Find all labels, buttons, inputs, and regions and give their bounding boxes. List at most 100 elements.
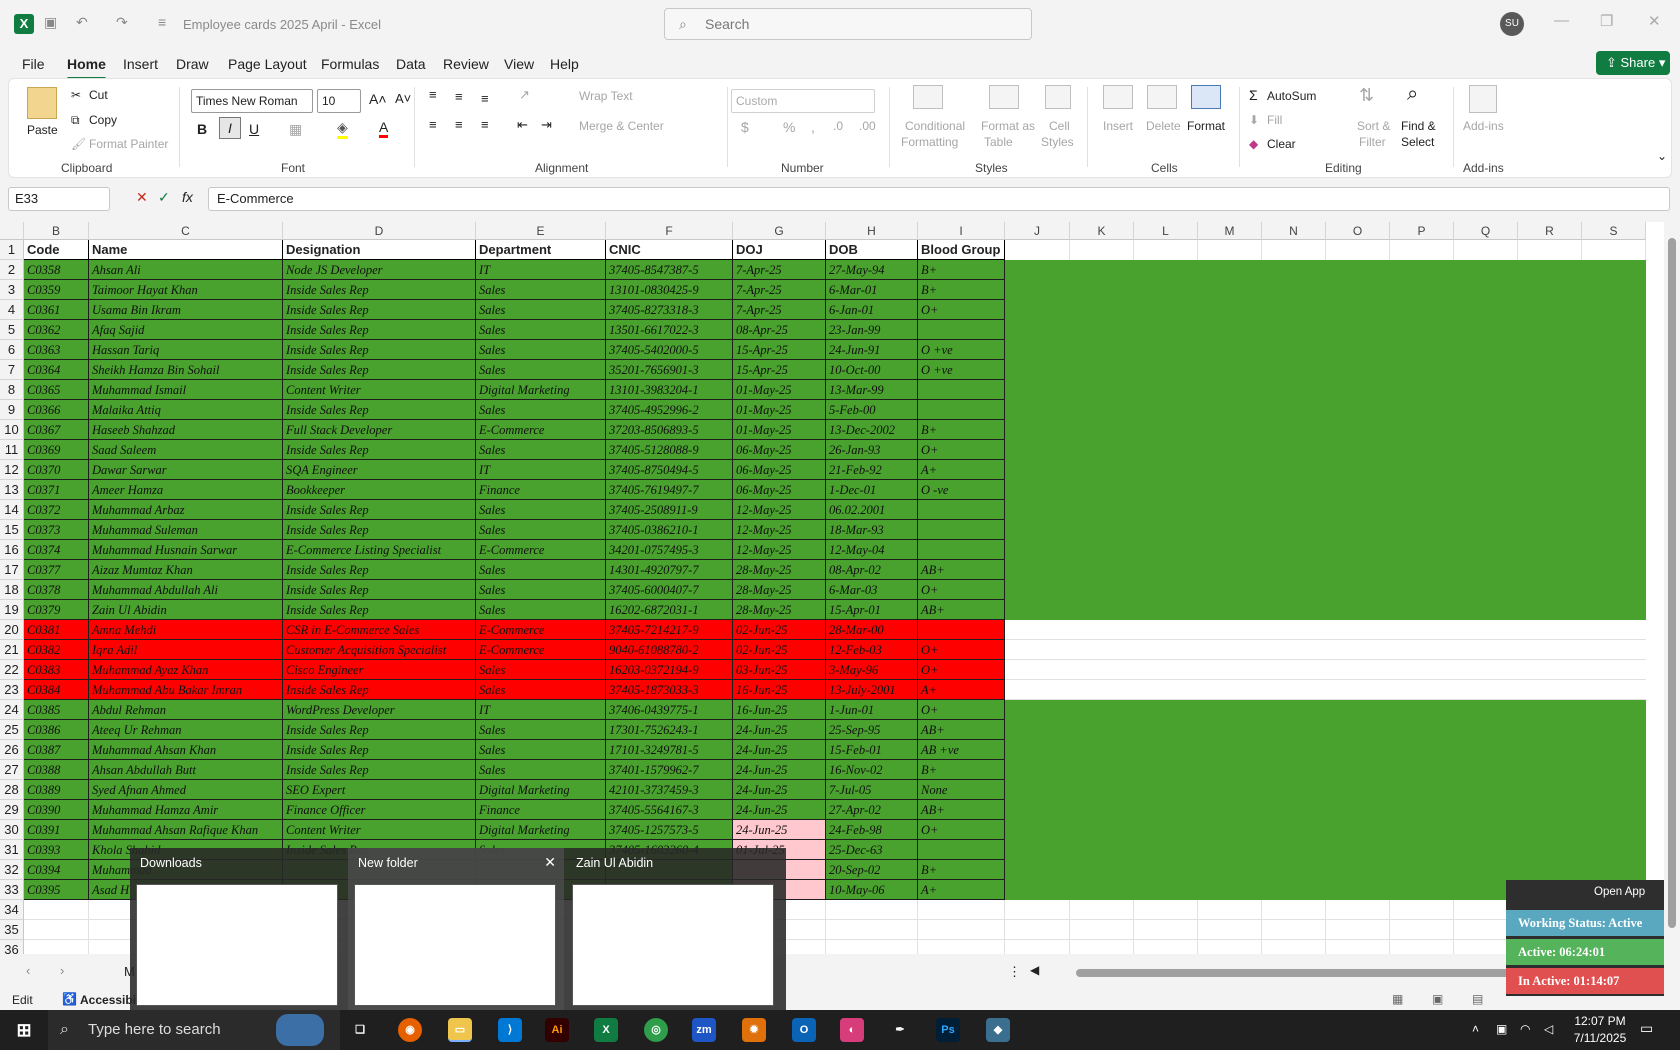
table-row-cell[interactable]: 24-Jun-25 <box>733 780 826 800</box>
table-row-cell[interactable] <box>918 500 1005 520</box>
table-row-cell[interactable]: 24-Jun-25 <box>733 740 826 760</box>
format-as-table-button[interactable]: Format as <box>981 119 1035 133</box>
table-row-cell[interactable]: Inside Sales Rep <box>283 360 476 380</box>
table-row-cell[interactable]: E-Commerce <box>476 540 606 560</box>
firefox-icon[interactable]: ◉ <box>398 1018 422 1042</box>
table-row-cell[interactable]: 27-May-94 <box>826 260 918 280</box>
table-row-cell[interactable]: 18-Mar-93 <box>826 520 918 540</box>
row-header[interactable]: 31 <box>0 840 24 860</box>
table-row-cell[interactable]: 37405-5402000-5 <box>606 340 733 360</box>
table-row-cell[interactable]: 24-Jun-25 <box>733 820 826 840</box>
percent-icon[interactable]: % <box>783 119 795 135</box>
table-row-cell[interactable]: 37405-1257573-5 <box>606 820 733 840</box>
row-header[interactable]: 25 <box>0 720 24 740</box>
table-row-cell[interactable]: C0372 <box>24 500 89 520</box>
table-header-cell[interactable]: DOB <box>826 240 918 260</box>
align-middle-icon[interactable]: ≡ <box>455 89 463 104</box>
table-row-cell[interactable]: 7-Apr-25 <box>733 300 826 320</box>
pen-tool-icon[interactable]: ✒ <box>888 1018 912 1042</box>
tab-draw[interactable]: Draw <box>176 56 209 72</box>
number-format-select[interactable]: Custom <box>731 89 875 113</box>
excel-taskbar-icon[interactable]: X <box>594 1018 618 1042</box>
normal-view-icon[interactable]: ▦ <box>1392 992 1403 1006</box>
table-row-cell[interactable]: 42101-3737459-3 <box>606 780 733 800</box>
row-header[interactable]: 10 <box>0 420 24 440</box>
table-row-cell[interactable]: Sales <box>476 760 606 780</box>
cut-button[interactable]: Cut <box>89 88 108 102</box>
wrap-text-button[interactable]: Wrap Text <box>579 89 633 103</box>
table-row-cell[interactable]: 3-May-96 <box>826 660 918 680</box>
redo-icon[interactable]: ↷ <box>116 14 128 31</box>
table-row-cell[interactable]: O+ <box>918 700 1005 720</box>
table-row-cell[interactable]: 16-Nov-02 <box>826 760 918 780</box>
column-header[interactable]: M <box>1198 222 1262 240</box>
tab-insert[interactable]: Insert <box>123 56 158 72</box>
open-app-link[interactable]: Open App <box>1594 886 1645 898</box>
table-row-cell[interactable]: Inside Sales Rep <box>283 760 476 780</box>
table-row-cell[interactable]: C0373 <box>24 520 89 540</box>
camera-app-icon[interactable]: ◐ <box>840 1018 864 1042</box>
empty-cell[interactable] <box>1134 940 1198 954</box>
empty-cell[interactable] <box>826 920 918 940</box>
format-painter-button[interactable]: Format Painter <box>89 137 168 151</box>
empty-cell[interactable] <box>918 900 1005 920</box>
taskbar-clock[interactable]: 12:07 PM 7/11/2025 <box>1560 1013 1640 1047</box>
table-row-cell[interactable]: Digital Marketing <box>476 780 606 800</box>
table-row-cell[interactable]: Muhammad Ahsan Rafique Khan <box>89 820 283 840</box>
table-row-cell[interactable]: 7-Apr-25 <box>733 280 826 300</box>
table-row-cell[interactable]: Muhammad Ayaz Khan <box>89 660 283 680</box>
row-header[interactable]: 15 <box>0 520 24 540</box>
table-row-cell[interactable]: C0384 <box>24 680 89 700</box>
decrease-indent-icon[interactable]: ⇤ <box>517 117 528 133</box>
table-row-cell[interactable]: 13101-3983204-1 <box>606 380 733 400</box>
table-row-cell[interactable]: Sales <box>476 520 606 540</box>
column-header[interactable]: G <box>733 222 826 240</box>
table-row-cell[interactable]: AB+ <box>918 720 1005 740</box>
table-row-cell[interactable]: 13-Dec-2002 <box>826 420 918 440</box>
table-row-cell[interactable]: A+ <box>918 680 1005 700</box>
row-header[interactable]: 36 <box>0 940 24 954</box>
tab-help[interactable]: Help <box>550 56 579 72</box>
cancel-icon[interactable]: ✕ <box>136 189 148 206</box>
table-row-cell[interactable]: 24-Jun-25 <box>733 760 826 780</box>
table-row-cell[interactable]: 12-May-25 <box>733 520 826 540</box>
fill-button[interactable]: Fill <box>1267 113 1282 127</box>
row-header[interactable]: 33 <box>0 880 24 900</box>
column-header[interactable]: E <box>476 222 606 240</box>
table-row-cell[interactable] <box>918 540 1005 560</box>
table-row-cell[interactable]: 20-Sep-02 <box>826 860 918 880</box>
wifi-icon[interactable]: ◠ <box>1520 1022 1530 1036</box>
align-bottom-icon[interactable]: ≡ <box>481 91 489 106</box>
table-row-cell[interactable]: 28-May-25 <box>733 600 826 620</box>
table-row-cell[interactable]: C0364 <box>24 360 89 380</box>
table-row-cell[interactable]: Inside Sales Rep <box>283 720 476 740</box>
align-center-icon[interactable]: ≡ <box>455 117 463 132</box>
column-header[interactable]: I <box>918 222 1005 240</box>
empty-cell[interactable] <box>24 940 89 954</box>
column-header[interactable]: P <box>1390 222 1454 240</box>
column-header[interactable]: Q <box>1454 222 1518 240</box>
table-row-cell[interactable]: 37405-7214217-9 <box>606 620 733 640</box>
tab-view[interactable]: View <box>504 56 534 72</box>
column-header[interactable]: D <box>283 222 476 240</box>
thumbnail-downloads[interactable]: Downloads <box>130 848 346 1010</box>
table-row-cell[interactable]: AB +ve <box>918 740 1005 760</box>
table-row-cell[interactable]: Zain Ul Abidin <box>89 600 283 620</box>
row-header[interactable]: 19 <box>0 600 24 620</box>
table-row-cell[interactable]: C0377 <box>24 560 89 580</box>
vertical-scrollbar[interactable] <box>1664 222 1680 954</box>
table-row-cell[interactable]: Taimoor Hayat Khan <box>89 280 283 300</box>
close-icon[interactable]: ✕ <box>544 854 556 871</box>
table-row-cell[interactable]: 16202-6872031-1 <box>606 600 733 620</box>
table-row-cell[interactable]: Inside Sales Rep <box>283 300 476 320</box>
table-row-cell[interactable]: SEO Expert <box>283 780 476 800</box>
table-row-cell[interactable]: Content Writer <box>283 820 476 840</box>
table-row-cell[interactable]: Muhammad Hamza Amir <box>89 800 283 820</box>
row-header[interactable]: 35 <box>0 920 24 940</box>
row-header[interactable]: 18 <box>0 580 24 600</box>
row-header[interactable]: 32 <box>0 860 24 880</box>
increase-font-icon[interactable]: A˄ <box>369 91 387 107</box>
table-row-cell[interactable]: C0361 <box>24 300 89 320</box>
empty-cell[interactable] <box>1262 920 1326 940</box>
column-header[interactable]: F <box>606 222 733 240</box>
